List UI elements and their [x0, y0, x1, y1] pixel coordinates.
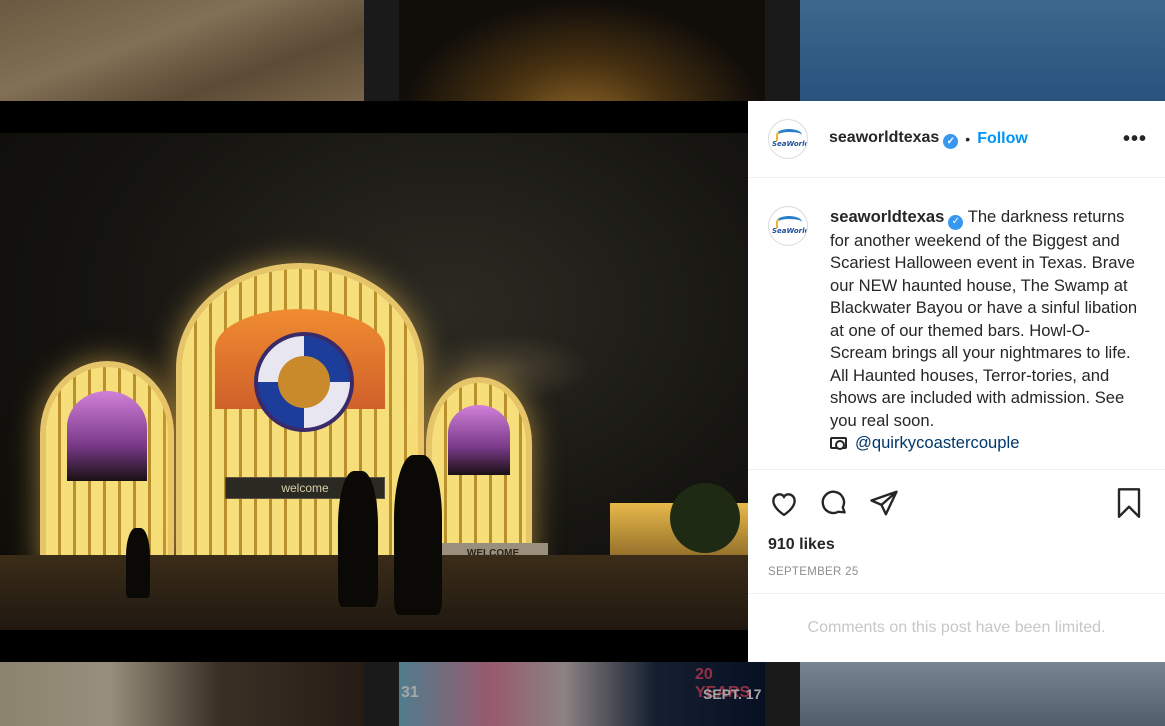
logo-text: SeaWorld — [772, 227, 808, 235]
post-date[interactable]: SEPTEMBER 25 — [748, 564, 1165, 594]
header-username[interactable]: seaworldtexas ✓ — [829, 129, 959, 149]
action-bar — [748, 470, 1165, 536]
post-header: SeaWorld seaworldtexas ✓ • Follow ••• — [748, 101, 1165, 178]
photo-plant — [670, 483, 740, 553]
photo-arch-left — [40, 361, 174, 569]
grid-thumbnail-bottom-middle[interactable]: 31 20 YEARS SEPT. 17 — [399, 662, 765, 726]
grid-thumbnail-top-middle[interactable] — [399, 0, 765, 101]
verified-badge-icon: ✓ — [948, 214, 964, 230]
grid-thumbnail-top-right[interactable] — [800, 0, 1165, 101]
instagram-page: 31 20 YEARS SEPT. 17 welcome WELCOME Sea… — [0, 0, 1165, 726]
header-username-text[interactable]: seaworldtexas — [829, 129, 939, 146]
share-icon — [870, 490, 898, 516]
logo-text: SeaWorld — [772, 140, 808, 148]
bookmark-icon — [1117, 488, 1141, 518]
separator-dot: • — [965, 131, 971, 147]
more-icon[interactable]: ••• — [1123, 129, 1147, 149]
photo-person — [394, 455, 442, 615]
photo-medallion — [254, 332, 354, 432]
post-modal: welcome WELCOME SeaWorld seaworldtexas ✓… — [0, 101, 1165, 662]
camera-icon — [830, 437, 847, 451]
caption: seaworldtexas ✓ The darkness returns for … — [830, 206, 1145, 469]
photo-person — [126, 528, 150, 598]
grid-thumbnail-top-left[interactable] — [0, 0, 364, 101]
caption-text: The darkness returns for another weekend… — [830, 207, 1138, 430]
post-photo[interactable]: welcome WELCOME — [0, 133, 748, 630]
save-button[interactable] — [1113, 487, 1145, 519]
heart-icon — [772, 493, 796, 517]
post-side-panel: SeaWorld seaworldtexas ✓ • Follow ••• Sea… — [748, 101, 1165, 662]
post-media[interactable]: welcome WELCOME — [0, 101, 748, 662]
comment-button[interactable] — [818, 487, 850, 519]
share-button[interactable] — [868, 487, 900, 519]
likes-count[interactable]: 910 likes — [748, 536, 1165, 564]
follow-button[interactable]: Follow — [977, 130, 1028, 148]
mention-link[interactable]: @quirkycoastercouple — [855, 433, 1019, 452]
caption-area: SeaWorld seaworldtexas ✓ The darkness ret… — [748, 178, 1165, 470]
grid-thumbnail-bottom-right[interactable] — [800, 662, 1165, 726]
comment-icon — [821, 490, 846, 515]
like-button[interactable] — [768, 487, 800, 519]
comments-limited-notice: Comments on this post have been limited. — [807, 619, 1106, 636]
photo-person — [338, 471, 378, 607]
avatar[interactable]: SeaWorld — [768, 119, 808, 159]
verified-badge-icon: ✓ — [943, 134, 959, 149]
avatar[interactable]: SeaWorld — [768, 206, 808, 246]
caption-username[interactable]: seaworldtexas — [830, 207, 944, 226]
grid-thumbnail-bottom-left[interactable] — [0, 662, 364, 726]
